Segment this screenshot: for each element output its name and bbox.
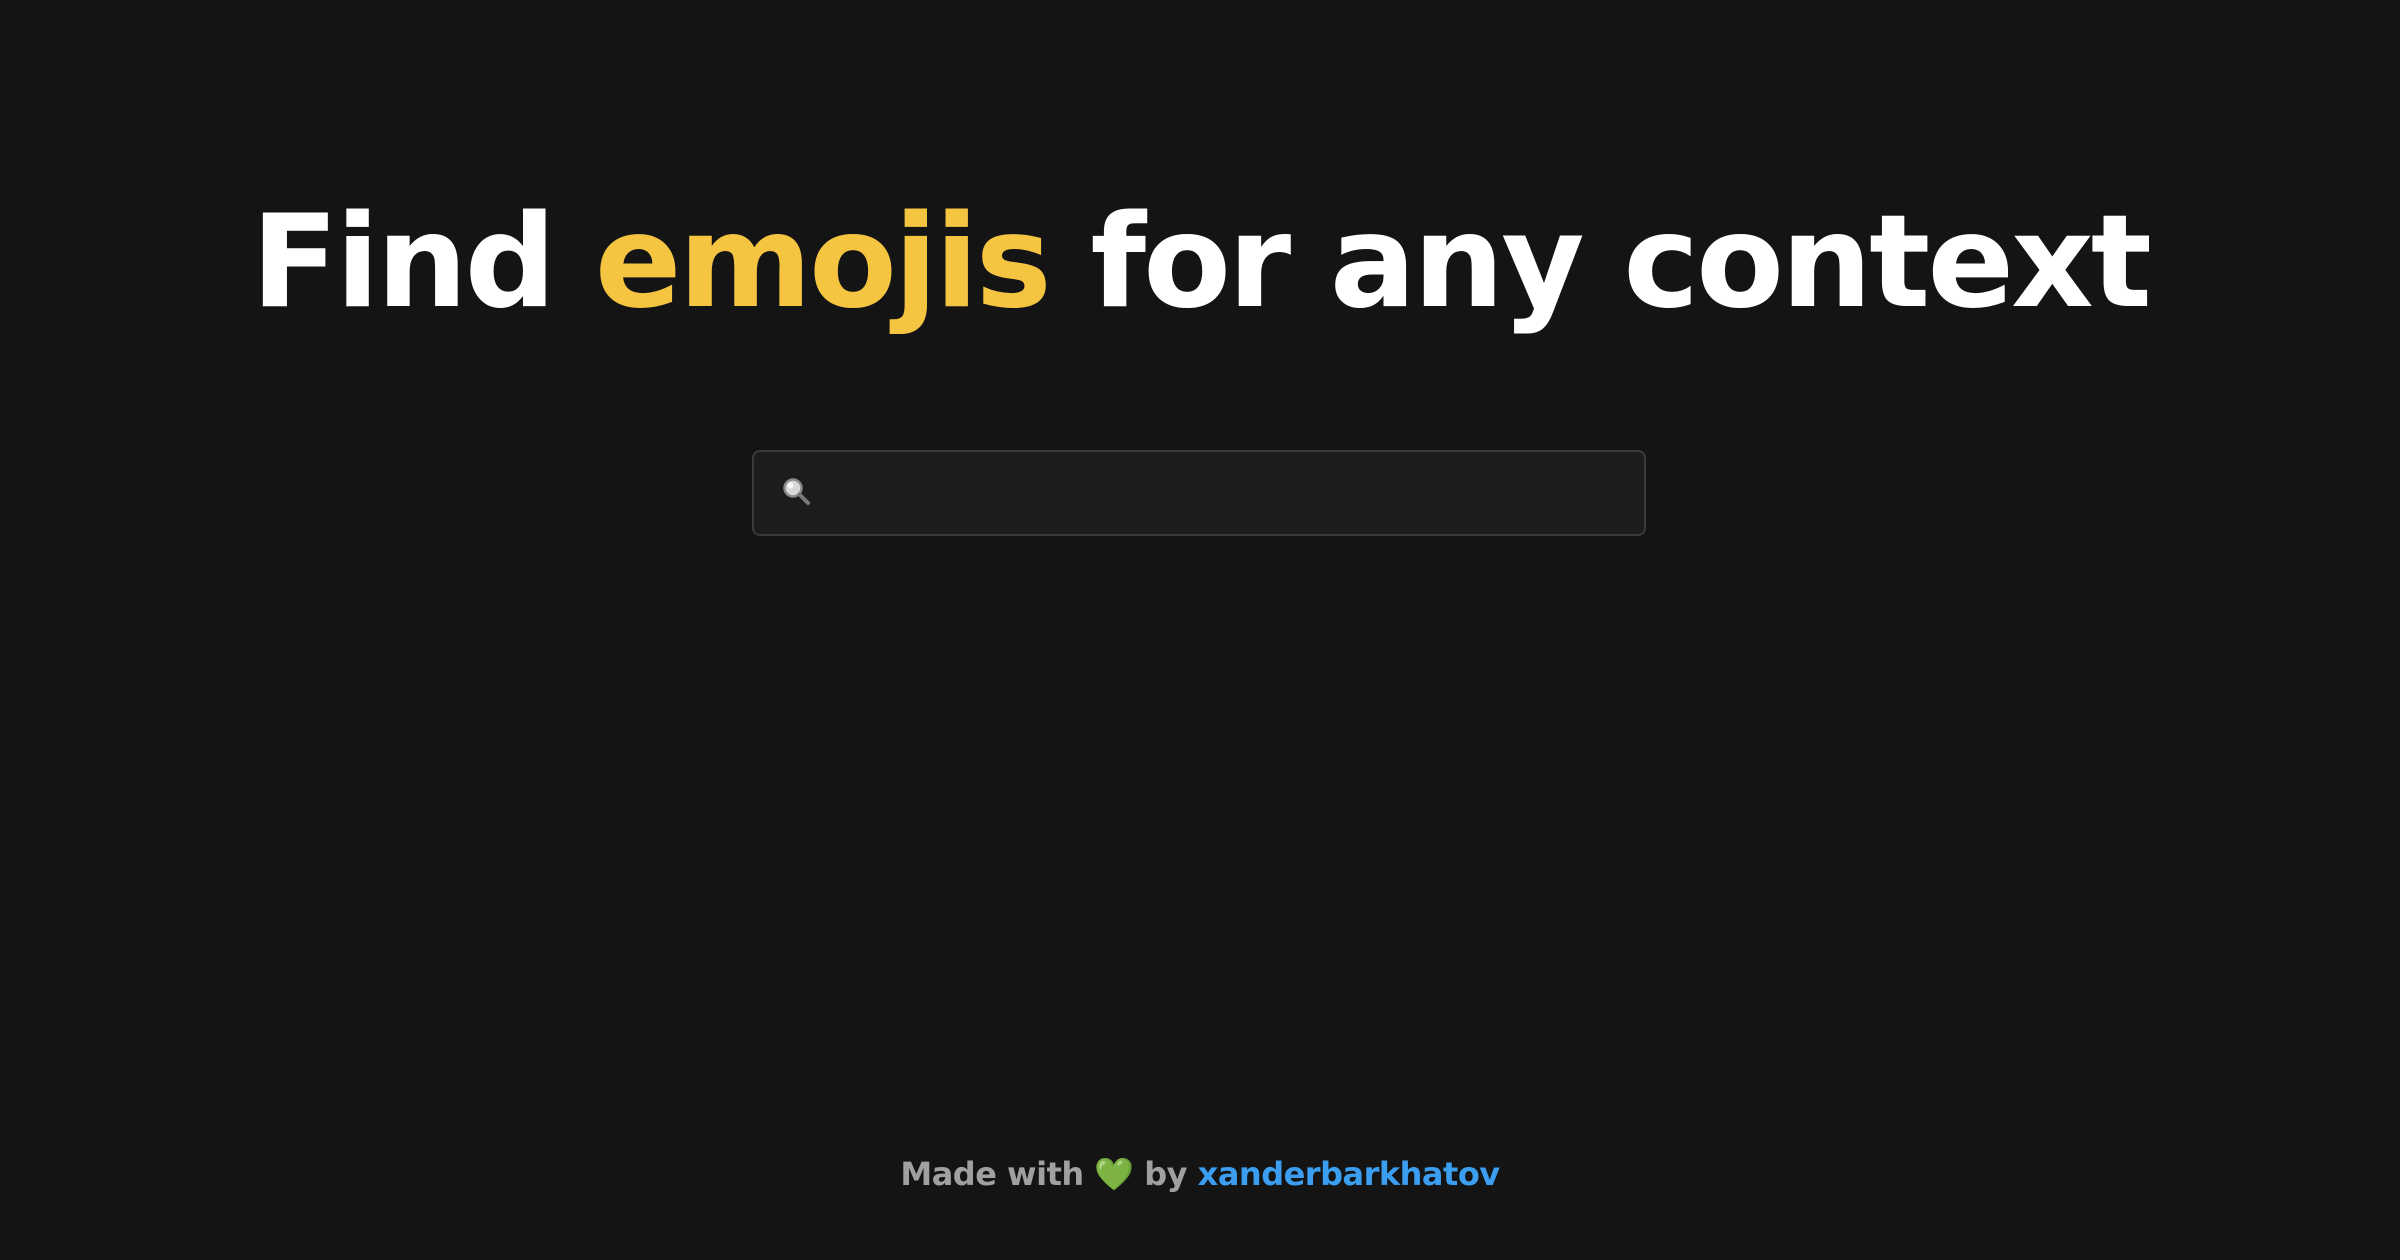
title-part-2: for any context	[1048, 188, 2152, 337]
author-link[interactable]: xanderbarkhatov	[1198, 1155, 1500, 1193]
title-part-1: Find	[251, 188, 595, 337]
page: Find emojis for any context Made with 💚 …	[0, 0, 2400, 1260]
footer-by: by	[1133, 1155, 1198, 1193]
green-heart-icon: 💚	[1094, 1155, 1134, 1193]
title-accent: emojis	[594, 188, 1052, 337]
search-input[interactable]	[818, 452, 1644, 534]
footer: Made with 💚 by xanderbarkhatov	[0, 1150, 2400, 1198]
footer-made-with: Made with	[900, 1155, 1095, 1193]
magnifying-glass-icon	[783, 478, 810, 505]
page-title: Find emojis for any context	[0, 178, 2400, 348]
search-bar[interactable]	[752, 450, 1646, 536]
